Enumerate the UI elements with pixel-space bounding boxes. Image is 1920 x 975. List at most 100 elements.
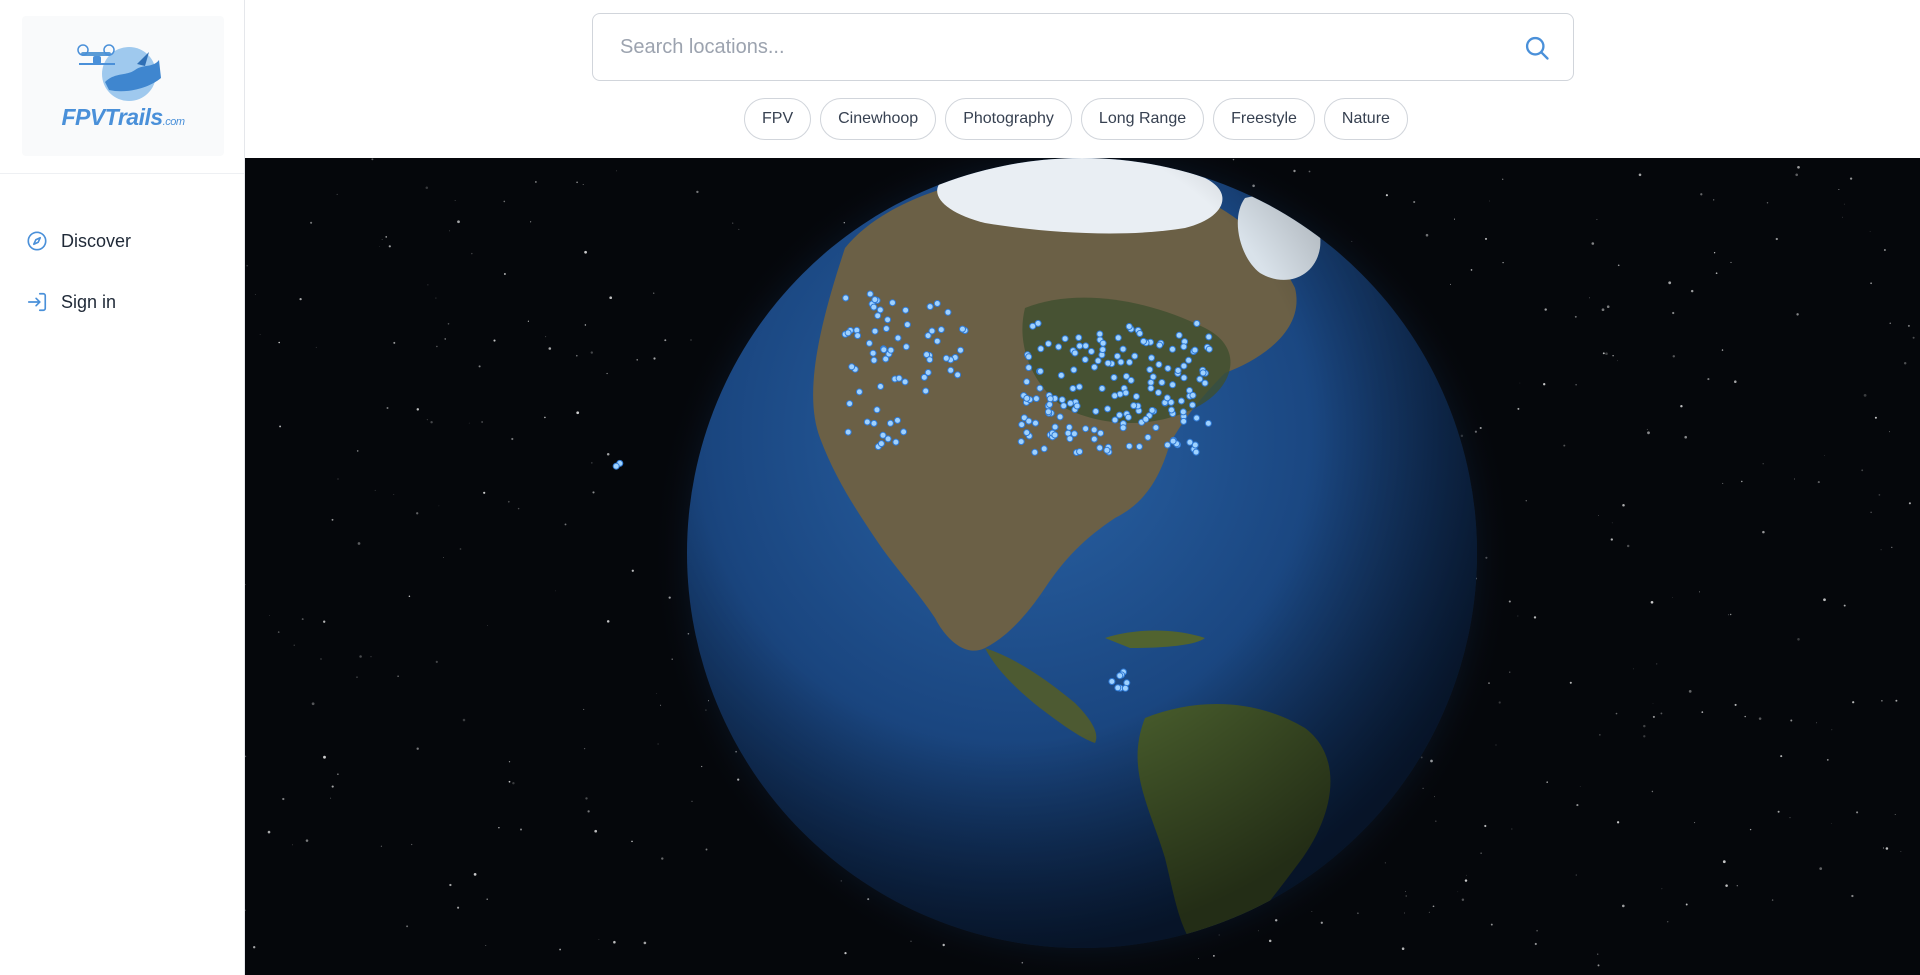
location-marker[interactable] <box>863 418 871 426</box>
location-marker[interactable] <box>1098 385 1106 392</box>
location-marker[interactable] <box>874 312 882 320</box>
location-marker[interactable] <box>1204 419 1212 427</box>
location-marker[interactable] <box>1164 364 1172 372</box>
location-marker[interactable] <box>1082 425 1090 433</box>
location-marker[interactable] <box>877 440 885 448</box>
location-marker[interactable] <box>876 306 884 314</box>
location-marker[interactable] <box>1111 416 1119 424</box>
location-marker[interactable] <box>1032 395 1040 403</box>
globe-map[interactable] <box>245 158 1920 975</box>
location-marker[interactable] <box>922 387 930 395</box>
location-marker[interactable] <box>871 296 879 304</box>
location-marker[interactable] <box>1076 342 1084 350</box>
location-marker[interactable] <box>959 325 966 333</box>
location-marker[interactable] <box>1104 359 1112 367</box>
location-marker[interactable] <box>1023 429 1031 437</box>
sidebar-item-sign-in[interactable]: Sign in <box>26 287 116 317</box>
location-marker[interactable] <box>884 316 892 324</box>
location-marker[interactable] <box>902 343 910 351</box>
filter-chip-long-range[interactable]: Long Range <box>1080 98 1205 140</box>
location-marker[interactable] <box>1140 337 1147 345</box>
location-marker[interactable] <box>926 356 934 364</box>
location-marker[interactable] <box>1108 678 1116 685</box>
location-marker[interactable] <box>866 290 874 298</box>
location-marker[interactable] <box>855 388 863 396</box>
location-marker[interactable] <box>1103 446 1111 454</box>
location-marker[interactable] <box>1174 367 1182 374</box>
location-marker[interactable] <box>1136 330 1144 337</box>
location-marker[interactable] <box>1046 395 1054 403</box>
location-marker[interactable] <box>1121 684 1129 692</box>
location-marker[interactable] <box>1125 323 1133 330</box>
location-marker[interactable] <box>1040 445 1048 453</box>
location-marker[interactable] <box>1113 352 1121 360</box>
location-marker[interactable] <box>1196 375 1204 383</box>
location-marker[interactable] <box>942 354 950 362</box>
location-marker[interactable] <box>846 400 854 408</box>
location-marker[interactable] <box>1122 372 1130 380</box>
location-marker[interactable] <box>1131 352 1139 360</box>
location-marker[interactable] <box>887 346 895 354</box>
filter-chip-nature[interactable]: Nature <box>1323 98 1408 140</box>
location-marker[interactable] <box>844 329 852 337</box>
location-marker[interactable] <box>1193 414 1201 422</box>
location-marker[interactable] <box>1130 402 1138 410</box>
location-marker[interactable] <box>892 438 900 446</box>
location-marker[interactable] <box>1025 417 1033 425</box>
location-marker[interactable] <box>1180 343 1188 351</box>
location-marker[interactable] <box>1096 444 1104 452</box>
location-marker[interactable] <box>895 374 903 382</box>
location-marker[interactable] <box>894 416 901 424</box>
location-marker[interactable] <box>944 308 952 316</box>
location-marker[interactable] <box>1066 435 1074 443</box>
location-marker[interactable] <box>1075 334 1083 342</box>
location-marker[interactable] <box>869 349 877 357</box>
location-marker[interactable] <box>1154 389 1162 397</box>
location-marker[interactable] <box>873 406 881 414</box>
location-marker[interactable] <box>1186 438 1194 446</box>
location-marker[interactable] <box>924 369 932 376</box>
location-marker[interactable] <box>928 327 936 335</box>
filter-chip-photography[interactable]: Photography <box>945 98 1072 140</box>
location-marker[interactable] <box>877 383 884 390</box>
location-marker[interactable] <box>1025 353 1033 361</box>
location-marker[interactable] <box>1044 408 1052 416</box>
location-marker[interactable] <box>1191 346 1199 354</box>
location-marker[interactable] <box>1122 389 1130 397</box>
location-marker[interactable] <box>854 332 862 340</box>
location-marker[interactable] <box>1148 406 1156 414</box>
location-marker[interactable] <box>1090 363 1098 371</box>
location-marker[interactable] <box>1180 362 1188 370</box>
location-marker[interactable] <box>903 321 911 329</box>
location-marker[interactable] <box>1051 431 1059 439</box>
location-marker[interactable] <box>1164 441 1171 449</box>
location-marker[interactable] <box>1090 426 1098 434</box>
location-marker[interactable] <box>1169 381 1177 389</box>
location-marker[interactable] <box>1110 374 1118 381</box>
location-marker[interactable] <box>1189 401 1196 409</box>
location-marker[interactable] <box>937 326 945 334</box>
location-marker[interactable] <box>894 334 902 342</box>
location-marker[interactable] <box>1073 402 1081 410</box>
location-marker[interactable] <box>1205 345 1213 353</box>
filter-chip-cinewhoop[interactable]: Cinewhoop <box>820 98 937 140</box>
location-marker[interactable] <box>1152 424 1160 432</box>
location-marker[interactable] <box>1147 379 1155 386</box>
location-marker[interactable] <box>842 294 850 302</box>
location-marker[interactable] <box>1149 373 1157 381</box>
location-marker[interactable] <box>1155 361 1163 368</box>
location-marker[interactable] <box>1104 405 1112 413</box>
location-marker[interactable] <box>957 346 964 354</box>
location-marker[interactable] <box>1177 397 1185 405</box>
location-marker[interactable] <box>1029 322 1037 330</box>
location-marker[interactable] <box>1125 442 1133 450</box>
location-marker[interactable] <box>1092 407 1100 415</box>
location-marker[interactable] <box>1146 366 1154 374</box>
location-marker[interactable] <box>1094 357 1102 365</box>
location-marker[interactable] <box>1147 384 1155 392</box>
location-marker[interactable] <box>1032 419 1039 427</box>
location-marker[interactable] <box>1148 354 1155 362</box>
location-marker[interactable] <box>1201 379 1209 387</box>
filter-chip-freestyle[interactable]: Freestyle <box>1213 98 1315 140</box>
sidebar-item-discover[interactable]: Discover <box>26 226 131 256</box>
